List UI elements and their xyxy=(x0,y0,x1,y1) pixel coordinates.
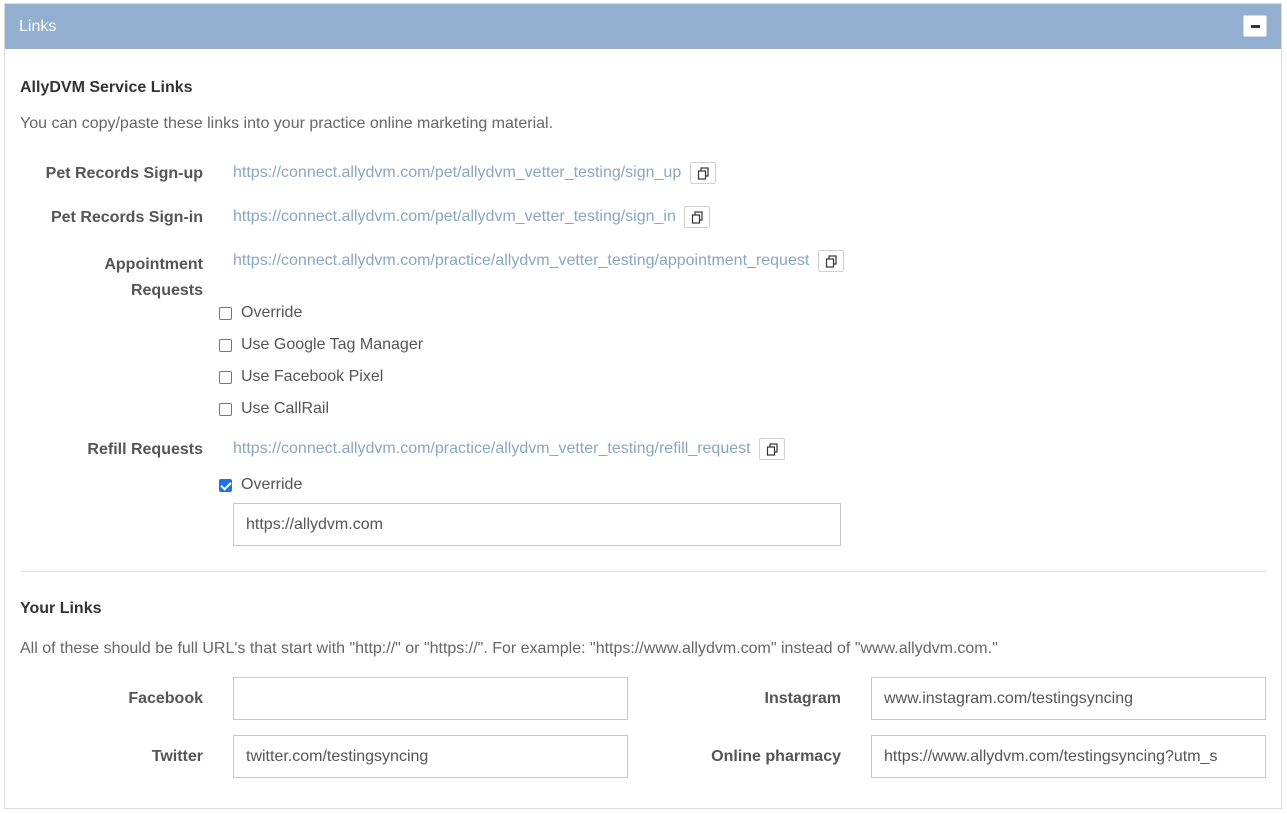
minus-icon xyxy=(1251,25,1260,28)
callrail-label: Use CallRail xyxy=(241,400,330,417)
appointment-row: https://connect.allydvm.com/practice/all… xyxy=(233,250,844,272)
refill-row: https://connect.allydvm.com/practice/all… xyxy=(233,438,786,460)
pet-signup-link[interactable]: https://connect.allydvm.com/pet/allydvm_… xyxy=(233,164,681,181)
panel-title: Links xyxy=(19,18,57,35)
refill-label: Refill Requests xyxy=(87,441,203,458)
facebook-pixel-checkbox[interactable] xyxy=(219,370,232,384)
copy-icon xyxy=(697,167,709,180)
section-divider xyxy=(20,571,1267,572)
refill-override-checkbox[interactable] xyxy=(219,478,232,492)
pet-signin-row: https://connect.allydvm.com/pet/allydvm_… xyxy=(233,206,711,228)
instagram-input[interactable]: www.instagram.com/testingsyncing xyxy=(871,677,1266,720)
service-links-description: You can copy/paste these links into your… xyxy=(20,115,554,132)
your-links-title: Your Links xyxy=(20,600,102,617)
appointment-link[interactable]: https://connect.allydvm.com/practice/all… xyxy=(233,252,809,269)
copy-icon xyxy=(692,211,703,224)
appointment-label-line1: Appointment xyxy=(104,256,203,273)
refill-link[interactable]: https://connect.allydvm.com/practice/all… xyxy=(233,440,751,457)
copy-signin-button[interactable] xyxy=(684,206,711,228)
links-panel: Links AllyDVM Service Links You can copy… xyxy=(4,3,1282,809)
copy-appointment-button[interactable] xyxy=(817,250,844,272)
appointment-override-checkbox[interactable] xyxy=(219,306,232,320)
collapse-button[interactable] xyxy=(1243,15,1267,37)
online-pharmacy-input[interactable]: https://www.allydvm.com/testingsyncing?u… xyxy=(871,735,1266,778)
copy-icon xyxy=(766,443,778,456)
twitter-label: Twitter xyxy=(151,748,203,765)
appointment-label: Appointment Requests xyxy=(5,252,203,304)
twitter-input[interactable]: twitter.com/testingsyncing xyxy=(233,735,628,778)
facebook-label: Facebook xyxy=(128,690,203,707)
google-tag-manager-checkbox[interactable] xyxy=(219,338,232,352)
refill-override-label: Override xyxy=(241,476,303,493)
callrail-checkbox[interactable] xyxy=(219,402,232,416)
pet-signup-row: https://connect.allydvm.com/pet/allydvm_… xyxy=(233,162,716,184)
pet-signup-label: Pet Records Sign-up xyxy=(45,165,203,182)
copy-refill-button[interactable] xyxy=(759,438,786,460)
refill-override-input[interactable]: https://allydvm.com xyxy=(233,503,841,546)
appointment-override-label: Override xyxy=(241,304,303,321)
facebook-pixel-option[interactable]: Use Facebook Pixel xyxy=(219,368,383,386)
panel-header: Links xyxy=(5,4,1281,49)
google-tag-manager-option[interactable]: Use Google Tag Manager xyxy=(219,336,423,354)
copy-signup-button[interactable] xyxy=(689,162,716,184)
service-links-title: AllyDVM Service Links xyxy=(20,79,193,96)
refill-override-option[interactable]: Override xyxy=(219,476,302,494)
your-links-description: All of these should be full URL's that s… xyxy=(20,640,998,657)
facebook-input[interactable] xyxy=(233,677,628,720)
appointment-label-line2: Requests xyxy=(130,282,203,299)
google-tag-manager-label: Use Google Tag Manager xyxy=(241,336,424,353)
pet-signin-label: Pet Records Sign-in xyxy=(50,209,203,226)
callrail-option[interactable]: Use CallRail xyxy=(219,400,329,418)
instagram-label: Instagram xyxy=(764,690,841,707)
online-pharmacy-label: Online pharmacy xyxy=(711,748,841,765)
copy-icon xyxy=(825,255,837,268)
appointment-override-option[interactable]: Override xyxy=(219,304,302,322)
pet-signin-link[interactable]: https://connect.allydvm.com/pet/allydvm_… xyxy=(233,208,676,225)
facebook-pixel-label: Use Facebook Pixel xyxy=(241,368,384,385)
